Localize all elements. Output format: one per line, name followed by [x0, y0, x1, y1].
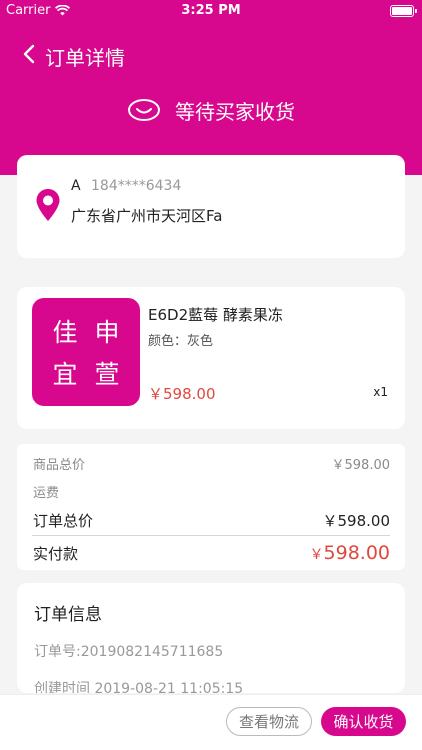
order-info-title: 订单信息 [34, 605, 102, 625]
recipient-phone: 184****6434 [91, 178, 182, 194]
divider [32, 535, 390, 536]
order-state-label: 等待买家收货 [175, 99, 295, 124]
smile-face-icon [128, 99, 160, 121]
logo-char: 申 [94, 318, 120, 347]
shipping-row: 运费 [33, 482, 390, 501]
view-logistics-button[interactable]: 查看物流 [226, 707, 312, 736]
nav-bar: 订单详情 [0, 36, 422, 72]
paid-row: 实付款 ￥598.00 [33, 542, 390, 564]
bottom-action-bar: 查看物流 确认收货 [0, 694, 422, 750]
goods-total-row: 商品总价 ￥598.00 [33, 454, 390, 473]
product-price: ￥598.00 [148, 385, 216, 403]
product-spec: 颜色：灰色 [148, 334, 214, 349]
order-total-value: ￥598.00 [322, 512, 391, 530]
address-detail: 广东省广州市天河区Fa [71, 207, 223, 225]
goods-total-label: 商品总价 [33, 458, 86, 473]
product-card[interactable]: 佳 申 宜 萱 E6D2藍莓 酵素果冻 颜色：灰色 ￥598.00 x1 [17, 287, 405, 429]
paid-label: 实付款 [33, 545, 79, 563]
header-background [0, 0, 422, 175]
confirm-receipt-button[interactable]: 确认收货 [321, 707, 406, 736]
paid-amount: 598.00 [323, 542, 390, 564]
page-title: 订单详情 [45, 46, 125, 70]
paid-currency: ￥ [309, 547, 324, 563]
logo-char: 佳 [52, 318, 78, 347]
order-info-card: 订单信息 订单号:2019082145711685 创建时间 2019-08-2… [17, 583, 405, 693]
price-summary-card: 商品总价 ￥598.00 运费 订单总价 ￥598.00 实付款 ￥598.00 [17, 444, 405, 570]
goods-total-value: ￥598.00 [331, 458, 391, 473]
order-state-banner: 等待买家收货 [0, 92, 422, 128]
shipping-label: 运费 [33, 486, 60, 501]
paid-value: ￥598.00 [310, 542, 390, 564]
address-card[interactable]: A 184****6434 广东省广州市天河区Fa [17, 155, 405, 258]
chevron-left-icon [23, 44, 35, 64]
product-thumbnail[interactable]: 佳 申 宜 萱 [32, 298, 140, 406]
status-bar: Carrier 3:25 PM [0, 0, 422, 22]
order-total-row: 订单总价 ￥598.00 [33, 510, 390, 531]
order-total-label: 订单总价 [33, 512, 94, 530]
logo-char: 萱 [94, 360, 120, 389]
order-created-time: 创建时间 2019-08-21 11:05:15 [34, 681, 244, 693]
back-button[interactable] [14, 38, 44, 70]
logo-char: 宜 [52, 360, 78, 389]
product-name: E6D2藍莓 酵素果冻 [148, 306, 283, 324]
status-time: 3:25 PM [181, 3, 241, 18]
location-pin-icon [36, 189, 60, 221]
battery-icon [390, 5, 417, 17]
order-number: 订单号:2019082145711685 [34, 644, 224, 660]
product-quantity: x1 [373, 385, 388, 399]
recipient-name: A [71, 178, 81, 194]
